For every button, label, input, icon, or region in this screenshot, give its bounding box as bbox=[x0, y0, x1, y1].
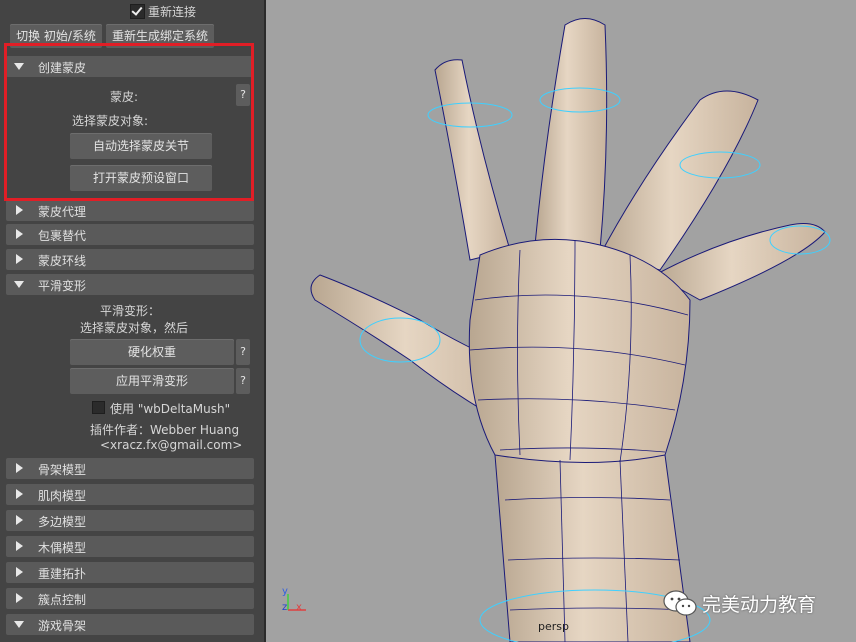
expanded-arrow-icon bbox=[14, 621, 24, 628]
collapsed-arrow-icon bbox=[16, 463, 23, 473]
watermark: 完美动力教育 bbox=[662, 588, 816, 618]
collapsed-arrow-icon bbox=[16, 593, 23, 603]
collapsed-arrow-icon bbox=[16, 205, 23, 215]
expanded-arrow-icon bbox=[14, 281, 24, 288]
collapsed-arrow-icon bbox=[16, 515, 23, 525]
plugin-author: 插件作者：Webber Huang bbox=[90, 423, 240, 437]
section-title: 木偶模型 bbox=[38, 541, 87, 555]
section-header-skin-loop[interactable]: 蒙皮环线 bbox=[6, 249, 254, 270]
section-header-polygon-model[interactable]: 多边模型 bbox=[6, 510, 254, 531]
collapsed-arrow-icon bbox=[16, 567, 23, 577]
wechat-icon bbox=[663, 590, 697, 616]
section-title: 骨架模型 bbox=[38, 463, 87, 477]
palm-mesh bbox=[468, 238, 691, 463]
index-finger-mesh bbox=[434, 59, 511, 261]
checkmark-icon bbox=[131, 4, 143, 16]
collapsed-arrow-icon bbox=[16, 254, 23, 264]
3d-viewport[interactable]: y z x persp bbox=[266, 0, 856, 642]
apply-smooth-deform-button[interactable]: 应用平滑变形 bbox=[70, 368, 234, 394]
section-header-smooth[interactable]: 平滑变形 bbox=[6, 274, 254, 295]
middle-finger-mesh bbox=[534, 18, 608, 251]
highlight-box bbox=[4, 43, 254, 201]
harden-weights-button[interactable]: 硬化权重 bbox=[70, 339, 234, 365]
camera-label: persp bbox=[538, 620, 569, 633]
section-header-game-skeleton[interactable]: 游戏骨架 bbox=[6, 614, 254, 635]
section-header-cluster-control[interactable]: 簇点控制 bbox=[6, 588, 254, 609]
harden-help-button[interactable]: ? bbox=[236, 339, 250, 365]
section-title-skin-loop: 蒙皮环线 bbox=[38, 254, 87, 268]
collapsed-arrow-icon bbox=[16, 541, 23, 551]
section-title: 簇点控制 bbox=[38, 593, 87, 607]
section-title: 多边模型 bbox=[38, 515, 87, 529]
section-header-muscle-model[interactable]: 肌肉模型 bbox=[6, 484, 254, 505]
section-title: 游戏骨架 bbox=[38, 619, 87, 633]
reconnect-checkbox[interactable] bbox=[130, 4, 145, 19]
plugin-author-email: <xracz.fx@gmail.com> bbox=[100, 438, 243, 452]
section-title-wrap: 包裹替代 bbox=[38, 229, 87, 243]
section-header-puppet-model[interactable]: 木偶模型 bbox=[6, 536, 254, 557]
left-panel: 重新连接 切换 初始/系统 重新生成绑定系统 创建蒙皮 蒙皮: ? 选择蒙皮对象… bbox=[0, 0, 264, 642]
use-deltamush-label: 使用 "wbDeltaMush" bbox=[110, 402, 231, 416]
axis-y-label: y bbox=[282, 586, 288, 597]
section-header-wrap[interactable]: 包裹替代 bbox=[6, 224, 254, 245]
smooth-description-2: 选择蒙皮对象，然后 bbox=[80, 321, 189, 335]
section-header-skeleton-model[interactable]: 骨架模型 bbox=[6, 458, 254, 479]
section-title-smooth: 平滑变形 bbox=[38, 279, 87, 293]
section-title-skin-proxy: 蒙皮代理 bbox=[38, 205, 87, 219]
axis-z-label: z bbox=[282, 602, 288, 613]
collapsed-arrow-icon bbox=[16, 229, 23, 239]
section-header-skin-proxy[interactable]: 蒙皮代理 bbox=[6, 200, 254, 221]
use-deltamush-checkbox[interactable] bbox=[92, 401, 105, 414]
reconnect-label: 重新连接 bbox=[148, 5, 197, 19]
hand-model bbox=[310, 18, 831, 642]
collapsed-arrow-icon bbox=[16, 489, 23, 499]
smooth-description-1: 平滑变形： bbox=[100, 304, 161, 318]
axis-x-label: x bbox=[296, 602, 302, 613]
section-title: 肌肉模型 bbox=[38, 489, 87, 503]
forearm-mesh bbox=[494, 454, 691, 642]
apply-help-button[interactable]: ? bbox=[236, 368, 250, 394]
watermark-text: 完美动力教育 bbox=[702, 593, 817, 616]
section-title: 重建拓扑 bbox=[38, 567, 87, 581]
section-header-retopology[interactable]: 重建拓扑 bbox=[6, 562, 254, 583]
